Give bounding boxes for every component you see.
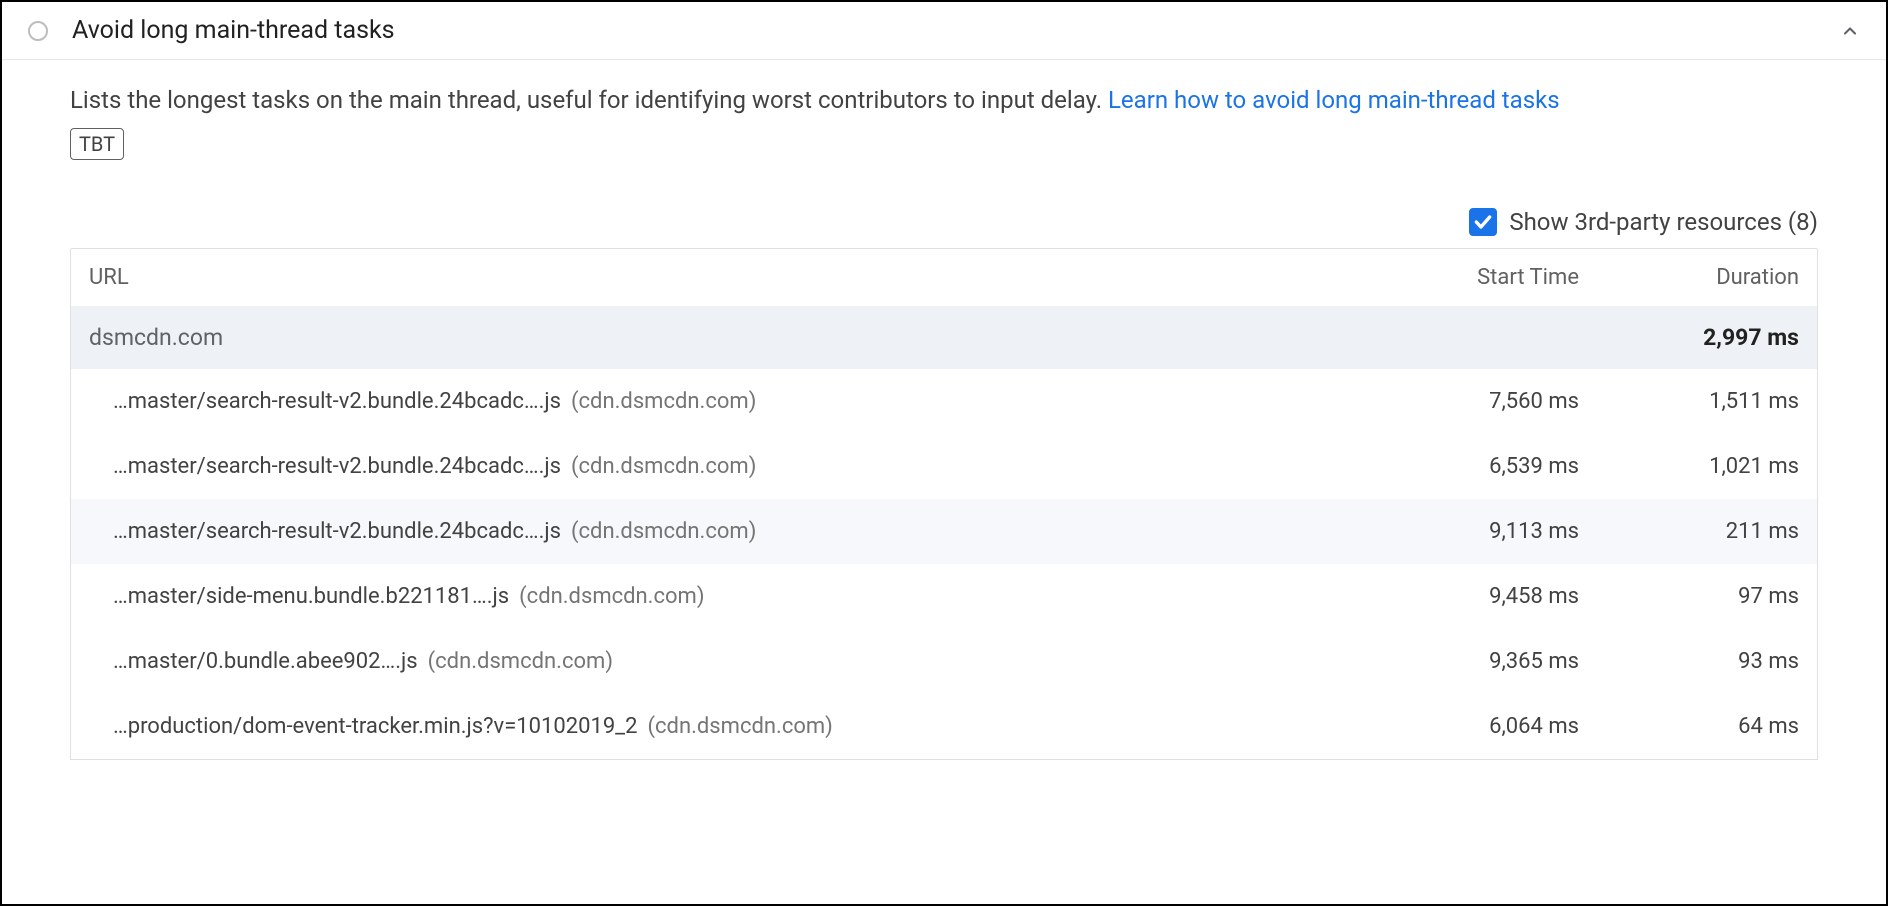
status-circle-icon bbox=[28, 21, 48, 41]
row-start-time: 7,560 ms bbox=[1359, 389, 1579, 414]
table-row[interactable]: …master/0.bundle.abee902….js (cdn.dsmcdn… bbox=[71, 629, 1817, 694]
row-url-host: (cdn.dsmcdn.com) bbox=[519, 584, 704, 609]
group-host: dsmcdn.com bbox=[89, 324, 1359, 351]
column-header-duration: Duration bbox=[1579, 265, 1799, 290]
audit-description: Lists the longest tasks on the main thre… bbox=[70, 82, 1818, 118]
audit-panel: Avoid long main-thread tasks Lists the l… bbox=[0, 0, 1888, 906]
table-row[interactable]: …master/search-result-v2.bundle.24bcadc…… bbox=[71, 434, 1817, 499]
audit-description-text: Lists the longest tasks on the main thre… bbox=[70, 86, 1108, 114]
third-party-toggle-row: Show 3rd-party resources (8) bbox=[70, 208, 1818, 236]
row-start-time: 6,064 ms bbox=[1359, 714, 1579, 739]
table-row[interactable]: …master/side-menu.bundle.b221181….js (cd… bbox=[71, 564, 1817, 629]
row-start-time: 9,458 ms bbox=[1359, 584, 1579, 609]
row-start-time: 6,539 ms bbox=[1359, 454, 1579, 479]
row-url-path: …master/search-result-v2.bundle.24bcadc…… bbox=[113, 389, 561, 414]
row-duration: 64 ms bbox=[1579, 714, 1799, 739]
third-party-checkbox[interactable] bbox=[1469, 208, 1497, 236]
row-url-host: (cdn.dsmcdn.com) bbox=[428, 649, 613, 674]
row-url-host: (cdn.dsmcdn.com) bbox=[647, 714, 832, 739]
audit-body: Lists the longest tasks on the main thre… bbox=[2, 60, 1886, 760]
table-header: URL Start Time Duration bbox=[71, 249, 1817, 306]
table-row[interactable]: …master/search-result-v2.bundle.24bcadc…… bbox=[71, 369, 1817, 434]
row-duration: 1,511 ms bbox=[1579, 389, 1799, 414]
column-header-start-time: Start Time bbox=[1359, 265, 1579, 290]
row-duration: 97 ms bbox=[1579, 584, 1799, 609]
row-url-host: (cdn.dsmcdn.com) bbox=[571, 454, 756, 479]
row-url-path: …master/side-menu.bundle.b221181….js bbox=[113, 584, 509, 609]
row-start-time: 9,365 ms bbox=[1359, 649, 1579, 674]
row-url-host: (cdn.dsmcdn.com) bbox=[571, 519, 756, 544]
group-total-duration: 2,997 ms bbox=[1579, 324, 1799, 351]
audit-header[interactable]: Avoid long main-thread tasks bbox=[2, 2, 1886, 60]
table-row[interactable]: …master/search-result-v2.bundle.24bcadc…… bbox=[71, 499, 1817, 564]
row-url-path: …master/search-result-v2.bundle.24bcadc…… bbox=[113, 454, 561, 479]
chevron-up-icon[interactable] bbox=[1840, 21, 1860, 41]
long-tasks-table: URL Start Time Duration dsmcdn.com 2,997… bbox=[70, 248, 1818, 760]
table-group-row[interactable]: dsmcdn.com 2,997 ms bbox=[71, 306, 1817, 369]
row-url-host: (cdn.dsmcdn.com) bbox=[571, 389, 756, 414]
audit-title: Avoid long main-thread tasks bbox=[72, 16, 1840, 45]
row-start-time: 9,113 ms bbox=[1359, 519, 1579, 544]
column-header-url: URL bbox=[89, 265, 1359, 290]
learn-more-link[interactable]: Learn how to avoid long main-thread task… bbox=[1108, 86, 1560, 114]
row-duration: 211 ms bbox=[1579, 519, 1799, 544]
metric-badge-tbt: TBT bbox=[70, 128, 124, 160]
row-url-path: …master/search-result-v2.bundle.24bcadc…… bbox=[113, 519, 561, 544]
third-party-toggle-label: Show 3rd-party resources (8) bbox=[1509, 208, 1818, 236]
row-duration: 93 ms bbox=[1579, 649, 1799, 674]
table-row[interactable]: …production/dom-event-tracker.min.js?v=1… bbox=[71, 694, 1817, 759]
row-url-path: …master/0.bundle.abee902….js bbox=[113, 649, 418, 674]
row-url-path: …production/dom-event-tracker.min.js?v=1… bbox=[113, 714, 637, 739]
row-duration: 1,021 ms bbox=[1579, 454, 1799, 479]
